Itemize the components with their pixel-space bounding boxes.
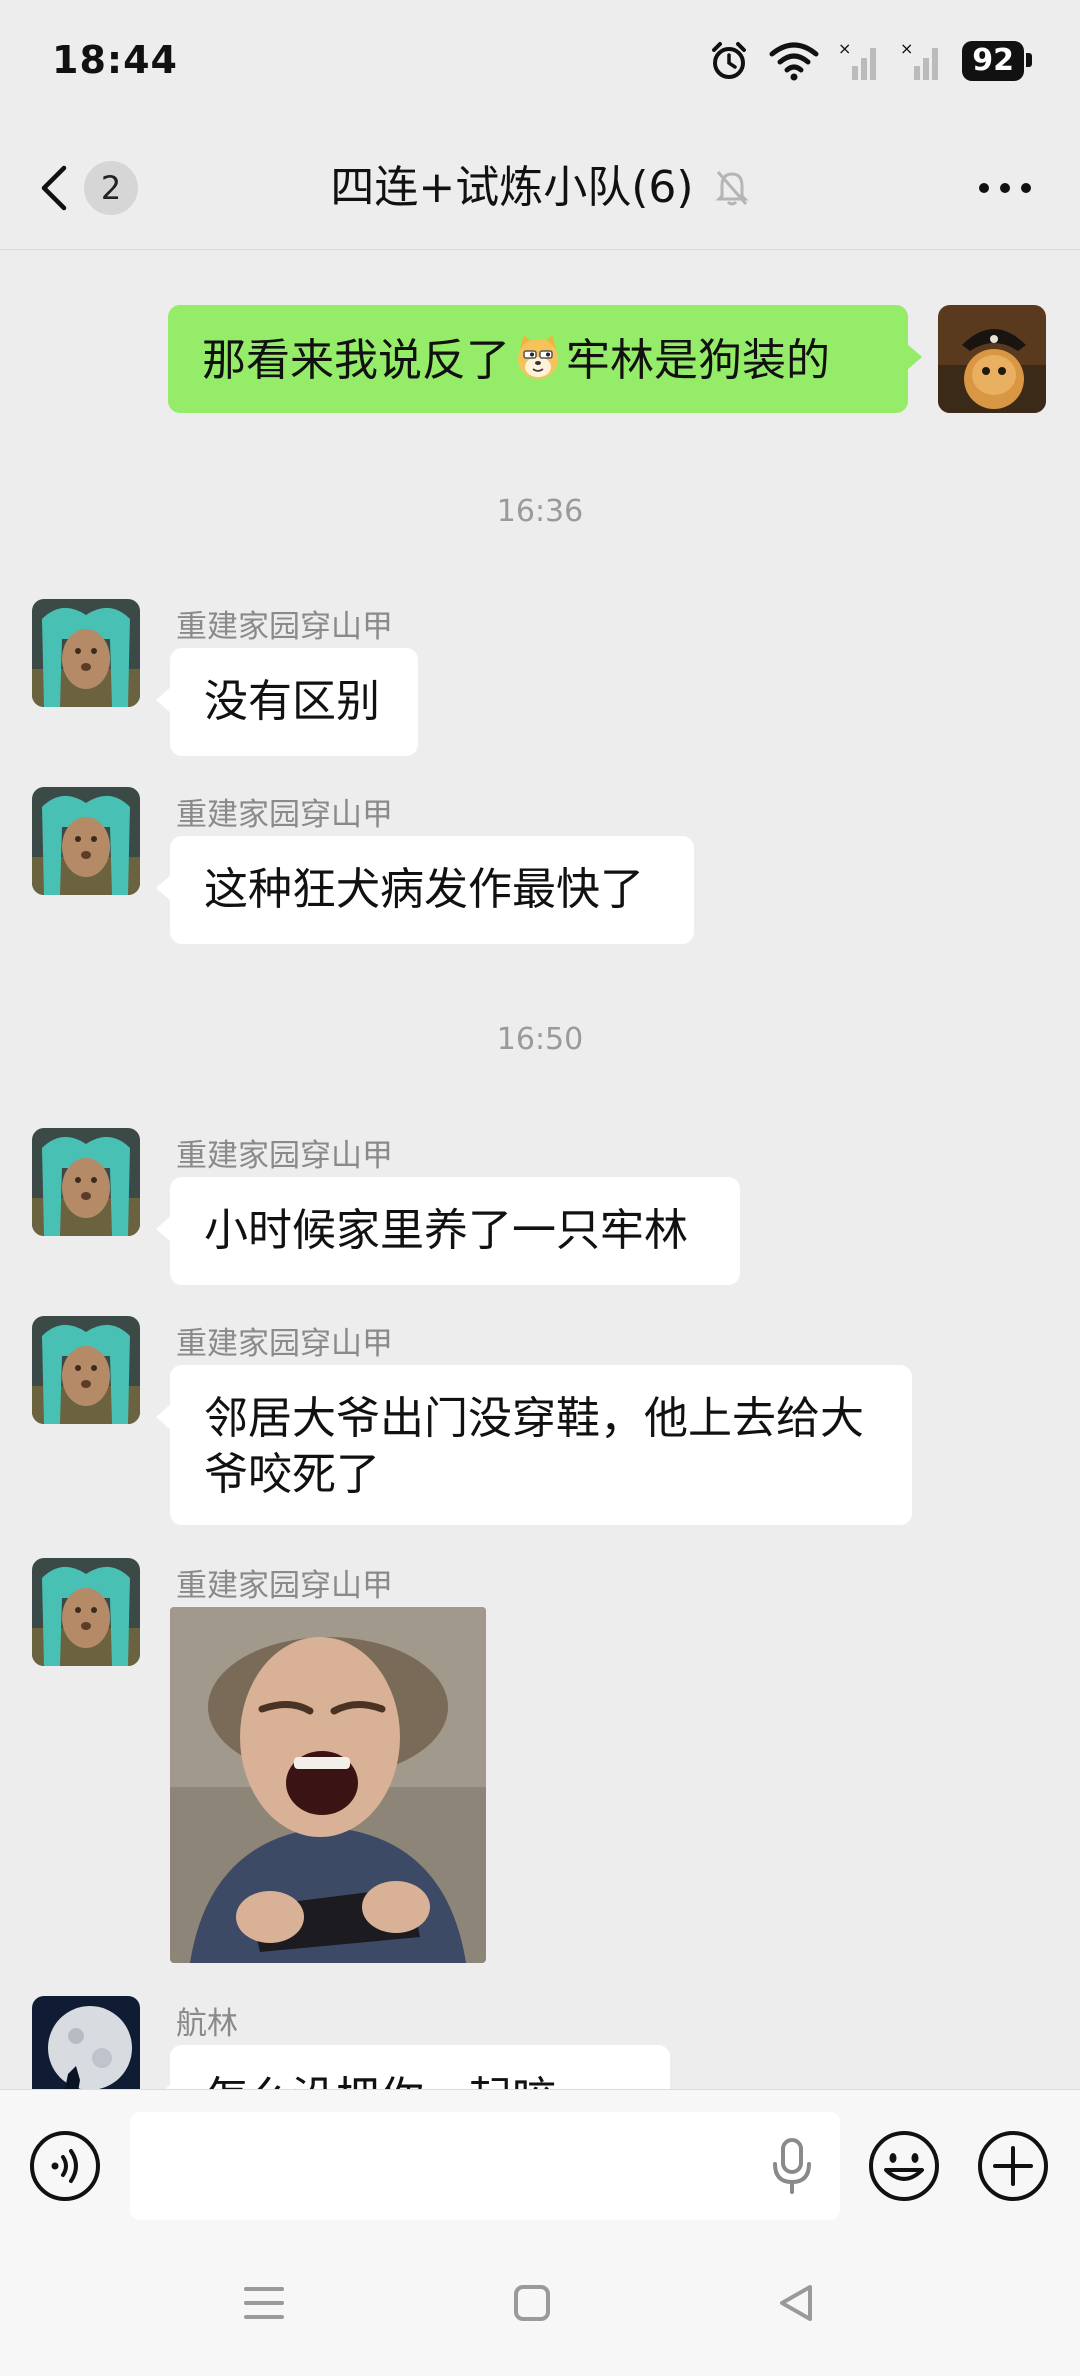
page-title[interactable]: 四连+试炼小队(6) [330, 156, 693, 220]
sender-name: 重建家园穿山甲 [176, 797, 393, 833]
timestamp: 16:36 [496, 494, 584, 529]
sender-name: 重建家园穿山甲 [176, 1138, 393, 1174]
avatar[interactable] [32, 787, 140, 895]
chat-title-row: 四连+试炼小队(6) [0, 156, 1080, 220]
sticker-image[interactable] [170, 1607, 486, 1963]
sender-name: 重建家园穿山甲 [176, 609, 393, 645]
message-list[interactable]: 那看来我说反了 牢林是狗装的 16:36 重建家园穿山甲 没有区别 重建家园穿山… [0, 251, 1080, 2089]
sender-name: 重建家园穿山甲 [176, 1326, 393, 1362]
emoji-button[interactable] [868, 2130, 940, 2202]
message-text-line: 爷咬死了 [204, 1449, 380, 1500]
signal-icon: × [900, 40, 939, 80]
system-navigation-bar [0, 2229, 1080, 2376]
more-button[interactable] [970, 166, 1040, 210]
signal-icon: × [838, 40, 877, 80]
status-time: 18:44 [52, 38, 178, 82]
message-text: 这种狂犬病发作最快了 [204, 864, 644, 915]
plus-button[interactable] [977, 2130, 1049, 2202]
message-input[interactable] [130, 2112, 840, 2220]
message-bubble[interactable]: 怎么没把你一起咬死？ [156, 2045, 670, 2089]
message-bubble[interactable]: 邻居大爷出门没穿鞋，他上去给大 爷咬死了 [156, 1365, 912, 1525]
message-bubble[interactable]: 没有区别 [156, 648, 418, 756]
menu-icon[interactable] [242, 2283, 286, 2323]
message-text: 小时候家里养了一只牢林 [204, 1205, 688, 1256]
voice-icon [30, 2131, 100, 2201]
svg-text:×: × [900, 40, 913, 58]
back-triangle-icon[interactable] [776, 2281, 816, 2325]
more-icon [979, 183, 1031, 193]
svg-text:×: × [838, 40, 851, 58]
sender-name: 航林 [176, 2006, 238, 2042]
status-icons: × × 92 [708, 36, 1032, 86]
message-text: 那看来我说反了 [202, 335, 510, 386]
plus-icon [978, 2131, 1048, 2201]
input-bar [0, 2089, 1080, 2229]
sender-name: 重建家园穿山甲 [176, 1568, 393, 1604]
avatar[interactable] [32, 1558, 140, 1666]
wifi-icon [769, 42, 819, 81]
message-text: 牢林是狗装的 [566, 335, 830, 386]
voice-button[interactable] [29, 2130, 101, 2202]
alarm-icon [712, 42, 747, 79]
battery-indicator: 92 [962, 41, 1032, 81]
bell-off-icon [714, 171, 749, 206]
avatar[interactable] [32, 1996, 140, 2089]
avatar[interactable] [32, 1128, 140, 1236]
message-text-line: 邻居大爷出门没穿鞋，他上去给大 [204, 1393, 864, 1444]
message-bubble[interactable]: 那看来我说反了 牢林是狗装的 [168, 305, 922, 413]
message-text: 怎么没把你一起咬死？ [204, 2073, 556, 2089]
avatar[interactable] [32, 599, 140, 707]
avatar[interactable] [32, 1316, 140, 1424]
status-bar: 18:44 × × 92 [0, 0, 1080, 126]
mic-icon[interactable] [770, 2136, 814, 2196]
message-bubble[interactable]: 这种狂犬病发作最快了 [156, 836, 694, 944]
message-bubble[interactable]: 小时候家里养了一只牢林 [156, 1177, 740, 1285]
my-avatar[interactable] [938, 305, 1046, 413]
chat-header: 2 四连+试炼小队(6) [0, 126, 1080, 250]
home-icon[interactable] [512, 2283, 552, 2323]
emoji-icon [869, 2131, 939, 2201]
message-text: 没有区别 [204, 676, 380, 727]
timestamp: 16:50 [496, 1022, 584, 1057]
dog-emoji [512, 331, 564, 397]
